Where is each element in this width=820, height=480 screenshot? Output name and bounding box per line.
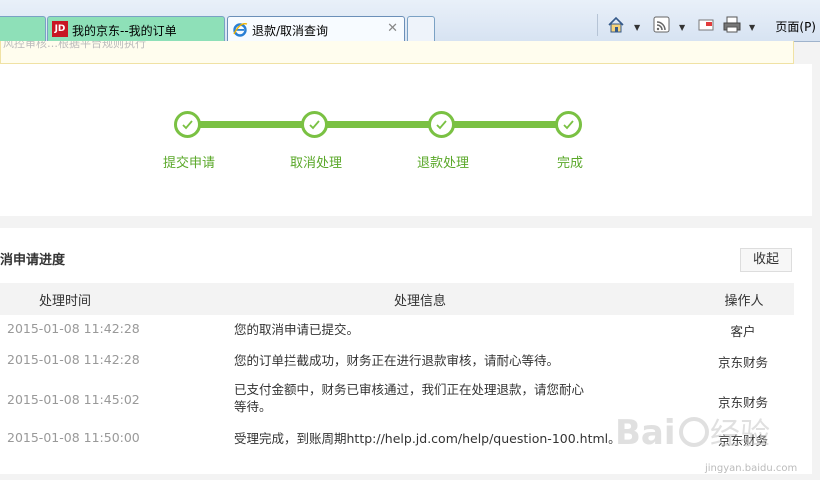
row-info: 您的取消申请已提交。 (234, 322, 360, 337)
row-info: 已支付金额中，财务已审核通过，我们正在处理退款，请您耐心等待。 (234, 382, 585, 414)
tab-my-orders[interactable]: JD 我的京东--我的订单 (47, 16, 225, 41)
svg-text:经验: 经验 (710, 417, 770, 452)
step-complete-icon (428, 111, 455, 138)
chevron-down-icon[interactable]: ▼ (634, 23, 640, 32)
print-icon[interactable] (723, 16, 741, 34)
progress-line (195, 121, 569, 128)
browser-tab-bar: JD 我的京东--我的订单 退款/取消查询 ✕ ▼ ▼ ▼ 页面(P) (0, 0, 820, 42)
ie-icon (233, 23, 248, 37)
table-header: 处理时间 处理信息 操作人 (0, 283, 794, 315)
panel-title: 消申请进度 (0, 253, 66, 268)
tab-previous[interactable] (0, 16, 46, 41)
column-header-operator: 操作人 (724, 294, 764, 309)
row-time: 2015-01-08 11:45:02 (7, 392, 140, 407)
row-time: 2015-01-08 11:42:28 (7, 352, 140, 367)
tab-label: 我的京东--我的订单 (72, 24, 177, 38)
rss-feed-icon[interactable] (653, 16, 671, 34)
chevron-down-icon[interactable]: ▼ (679, 23, 685, 32)
mail-icon[interactable] (697, 16, 715, 34)
tab-label: 退款/取消查询 (252, 24, 329, 38)
new-tab-button[interactable] (407, 16, 435, 41)
step-label-cancel: 取消处理 (289, 156, 343, 171)
toolbar-divider (597, 14, 598, 36)
step-label-refund: 退款处理 (416, 156, 470, 171)
row-info: 受理完成，到账周期http://help.jd.com/help/questio… (234, 431, 621, 446)
column-header-info: 处理信息 (393, 294, 447, 309)
tab-refund-query[interactable]: 退款/取消查询 ✕ (227, 16, 405, 42)
page-menu[interactable]: 页面(P) (775, 18, 816, 35)
baidu-watermark-logo: Bai 经验 (615, 413, 770, 453)
notice-text: 风控审核…根据平台规则执行 (3, 41, 146, 50)
watermark-url: jingyan.baidu.com (705, 463, 798, 474)
home-icon[interactable] (607, 16, 625, 34)
step-label-submit: 提交申请 (162, 156, 216, 171)
close-icon[interactable]: ✕ (387, 21, 398, 36)
row-time: 2015-01-08 11:50:00 (7, 430, 140, 445)
step-complete-icon (555, 111, 582, 138)
row-operator: 京东财务 (717, 355, 769, 370)
chevron-down-icon[interactable]: ▼ (749, 23, 755, 32)
row-info: 您的订单拦截成功，财务正在进行退款审核，请耐心等待。 (234, 353, 560, 368)
notice-banner: 风控审核…根据平台规则执行 (0, 41, 794, 64)
step-label-done: 完成 (556, 156, 584, 171)
collapse-button[interactable]: 收起 (740, 248, 792, 272)
step-complete-icon (174, 111, 201, 138)
step-complete-icon (301, 111, 328, 138)
row-time: 2015-01-08 11:42:28 (7, 321, 140, 336)
command-bar: ▼ ▼ ▼ 页面(P) (595, 10, 820, 40)
progress-panel: 提交申请 取消处理 退款处理 完成 (0, 64, 812, 216)
column-header-time: 处理时间 (38, 294, 92, 309)
row-operator: 客户 (730, 324, 756, 339)
svg-text:Bai: Bai (615, 413, 676, 453)
jd-logo-icon: JD (52, 21, 68, 37)
